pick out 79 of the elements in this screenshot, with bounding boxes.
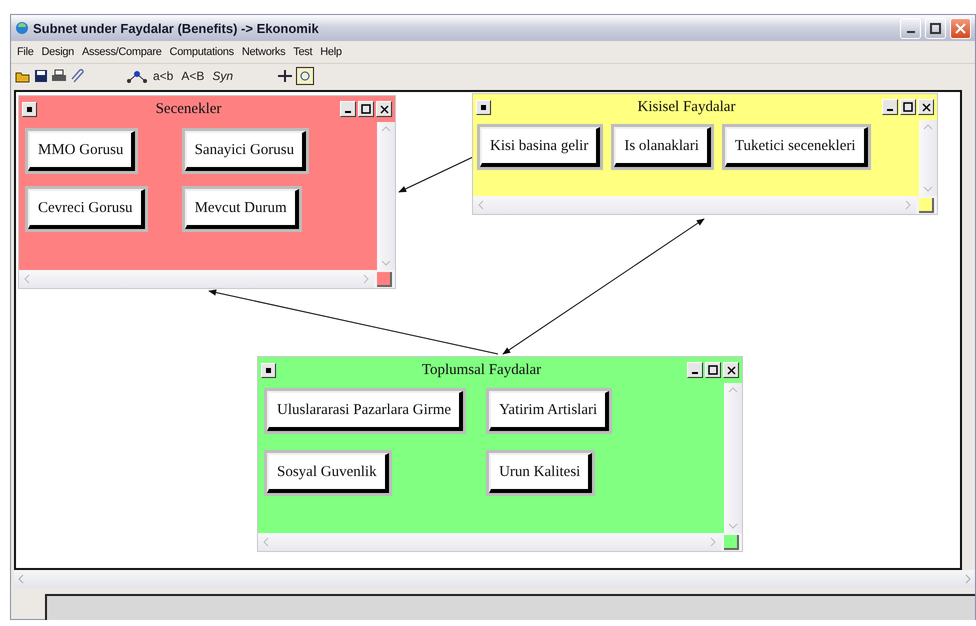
scroll-down-icon	[923, 185, 933, 193]
minimize-icon	[345, 111, 351, 113]
menu-item[interactable]: File	[17, 46, 34, 58]
help-icon[interactable]	[296, 67, 314, 85]
scroll-right-icon	[963, 574, 973, 584]
maximize-button[interactable]	[900, 99, 916, 115]
horizontal-scrollbar[interactable]	[19, 270, 374, 288]
minimize-icon	[692, 372, 698, 374]
toolbar-button[interactable]: Syn	[210, 69, 236, 83]
system-menu-button[interactable]	[476, 100, 491, 114]
close-icon	[726, 366, 736, 374]
maximize-button[interactable]	[358, 101, 374, 117]
maximize-icon	[903, 102, 913, 112]
scroll-up-icon	[381, 125, 391, 133]
node-button[interactable]: Cevreci Gorusu	[28, 189, 145, 229]
node-button[interactable]: Kisi basina gelir	[480, 127, 600, 167]
node-button[interactable]: Mevcut Durum	[184, 189, 299, 229]
print-icon[interactable]	[51, 69, 67, 83]
toolbar-button[interactable]: A<B	[179, 69, 206, 83]
subwindow-title: Toplumsal Faydalar	[420, 362, 542, 378]
scroll-right-icon	[709, 537, 717, 547]
save-icon[interactable]	[34, 69, 48, 83]
maximize-button[interactable]	[925, 18, 946, 38]
menu-item[interactable]: Assess/Compare	[82, 46, 162, 58]
scroll-left-icon	[16, 574, 26, 584]
close-icon	[380, 104, 388, 114]
scroll-down-icon	[381, 259, 391, 267]
scroll-down-icon	[728, 522, 738, 530]
scroll-right-icon	[904, 200, 912, 210]
subwindow-title: Secenekler	[154, 100, 222, 118]
menu-item[interactable]: Test	[293, 46, 312, 58]
close-button[interactable]	[376, 101, 392, 117]
network-icon[interactable]	[126, 69, 148, 83]
minimize-button[interactable]	[340, 101, 356, 117]
maximize-icon	[708, 365, 718, 375]
menu-item[interactable]: Help	[320, 46, 342, 58]
minimize-icon	[906, 30, 914, 32]
system-menu-button[interactable]	[22, 102, 37, 116]
crosshair-icon[interactable]	[277, 68, 294, 84]
node-button[interactable]: MMO Gorusu	[28, 131, 136, 171]
node-button[interactable]: Is olanaklari	[614, 127, 711, 167]
minimize-button[interactable]	[900, 18, 921, 38]
horizontal-scrollbar[interactable]	[258, 533, 721, 551]
vertical-scrollbar[interactable]	[919, 120, 937, 196]
maximize-icon	[361, 104, 371, 114]
scroll-left-icon	[23, 274, 31, 284]
node-button[interactable]: Uluslararasi Pazarlara Girme	[267, 391, 464, 431]
menu-item[interactable]: Design	[42, 46, 74, 58]
menu-item[interactable]: Networks	[242, 46, 286, 58]
close-button[interactable]	[918, 99, 934, 115]
minimize-button[interactable]	[882, 99, 898, 115]
node-button[interactable]: Sosyal Guvenlik	[267, 453, 389, 493]
window-title: Subnet under Faydalar (Benefits) -> Ekonomik	[33, 20, 320, 36]
maximize-icon	[930, 22, 941, 34]
vertical-scrollbar[interactable]	[724, 383, 742, 533]
menu-item[interactable]: Computations	[170, 46, 234, 58]
minimize-button[interactable]	[687, 362, 703, 378]
scroll-up-icon	[728, 386, 738, 394]
node-button[interactable]: Yatirim Artislari	[489, 391, 610, 431]
node-button[interactable]: Sanayici Gorusu	[184, 131, 306, 171]
node-button[interactable]: Urun Kalitesi	[489, 453, 592, 493]
scroll-left-icon	[262, 537, 270, 547]
maximize-button[interactable]	[705, 362, 721, 378]
toolbar-button[interactable]: a<b	[151, 69, 176, 83]
vertical-scrollbar[interactable]	[377, 122, 395, 270]
system-menu-button[interactable]	[261, 362, 276, 378]
scroll-up-icon	[923, 123, 933, 131]
close-icon	[955, 22, 966, 34]
scroll-right-icon	[362, 274, 370, 284]
minimize-icon	[887, 109, 893, 111]
close-button[interactable]	[723, 362, 739, 378]
close-icon	[922, 102, 930, 112]
subwindow-title: Kisisel Faydalar	[636, 98, 736, 116]
horizontal-scrollbar[interactable]	[14, 570, 975, 588]
node-button[interactable]: Tuketici secenekleri	[724, 127, 868, 167]
scroll-left-icon	[477, 200, 485, 210]
paperclip-icon[interactable]	[70, 69, 86, 83]
horizontal-scrollbar[interactable]	[473, 196, 916, 214]
app-icon	[15, 21, 29, 35]
